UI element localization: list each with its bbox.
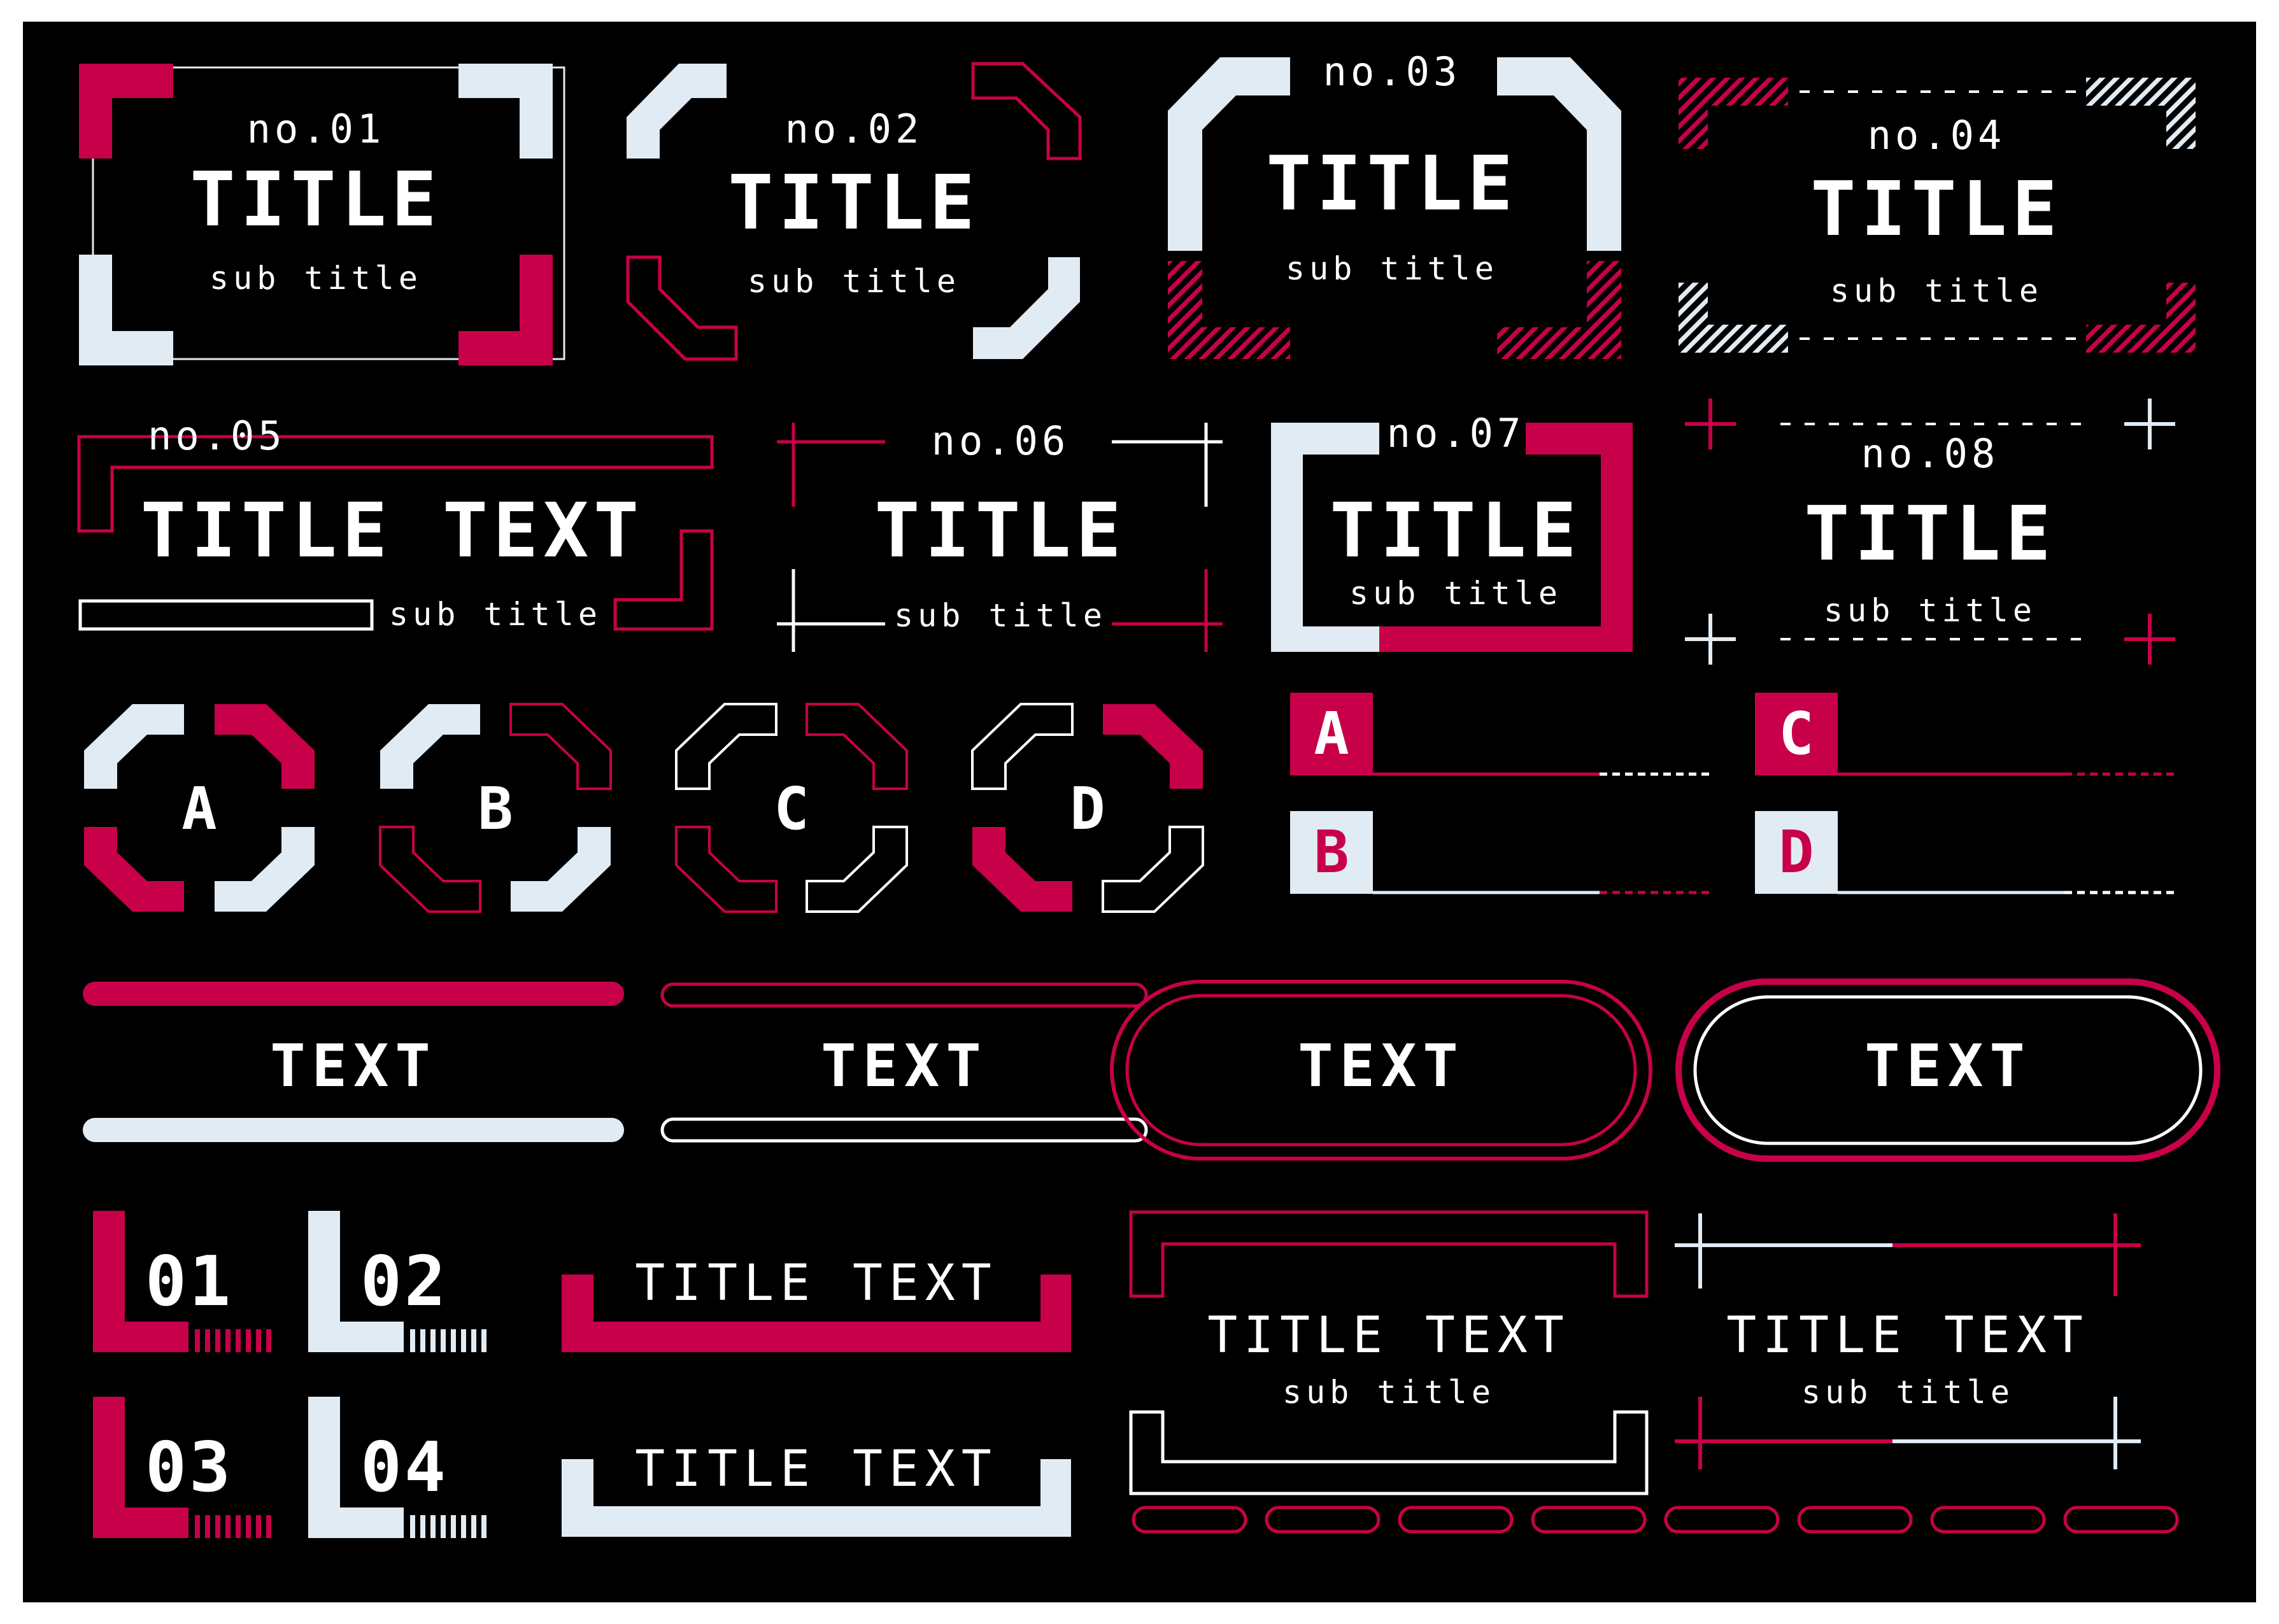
text-bar-2: TEXT bbox=[660, 982, 1148, 1143]
frame-no02-subtitle: sub title bbox=[748, 263, 960, 300]
number-tile-01-label: 01 bbox=[145, 1242, 233, 1322]
frame-no05-number: no.05 bbox=[148, 413, 286, 459]
badge-c-letter: C bbox=[774, 775, 809, 843]
bracket-title-1-label: TITLE TEXT bbox=[635, 1255, 998, 1312]
text-bar-2-label: TEXT bbox=[821, 1032, 988, 1100]
title-frame-a-subtitle: sub title bbox=[1282, 1374, 1495, 1411]
text-bar-1: TEXT bbox=[83, 982, 624, 1142]
frame-no06-subtitle: sub title bbox=[894, 597, 1107, 634]
tab-d-letter: D bbox=[1778, 818, 1814, 886]
tab-b: B bbox=[1290, 811, 1710, 894]
badge-a: A bbox=[84, 704, 315, 912]
frame-no01-title: TITLE bbox=[190, 155, 441, 243]
frame-no02-title: TITLE bbox=[728, 159, 979, 246]
text-pill-3: TEXT bbox=[1110, 980, 1652, 1161]
text-pill-4-label: TEXT bbox=[1864, 1032, 2031, 1100]
frame-no04-subtitle: sub title bbox=[1830, 272, 2043, 309]
number-tile-02: 02 bbox=[308, 1211, 486, 1352]
hud-frames-artwork: no.01 TITLE sub title no.02 TITLE sub ti… bbox=[77, 48, 2220, 1538]
badge-b: B bbox=[379, 703, 612, 913]
badge-d-letter: D bbox=[1070, 775, 1105, 843]
frame-no06-title: TITLE bbox=[874, 486, 1126, 574]
frame-no08-title: TITLE bbox=[1804, 490, 2055, 577]
sticker-sheet: no.01 TITLE sub title no.02 TITLE sub ti… bbox=[23, 22, 2256, 1602]
frame-no05-subtitle: sub title bbox=[389, 596, 602, 633]
frame-no03-number: no.03 bbox=[1323, 48, 1461, 95]
number-tile-04-label: 04 bbox=[360, 1428, 448, 1507]
text-bar-1-label: TEXT bbox=[270, 1032, 437, 1100]
tab-c-letter: C bbox=[1778, 700, 1814, 768]
frame-no01-subtitle: sub title bbox=[209, 260, 422, 297]
number-tile-03: 03 bbox=[93, 1397, 271, 1538]
bracket-title-2: TITLE TEXT bbox=[562, 1441, 1071, 1537]
frame-no01: no.01 TITLE sub title bbox=[79, 64, 565, 365]
frame-no04: no.04 TITLE sub title bbox=[1679, 78, 2196, 353]
frame-no02-number: no.02 bbox=[785, 106, 923, 152]
title-frame-a-title: TITLE TEXT bbox=[1207, 1307, 1570, 1364]
frame-no06: no.06 TITLE sub title bbox=[777, 418, 1223, 652]
tab-d: D bbox=[1755, 811, 2175, 894]
frame-no08-subtitle: sub title bbox=[1824, 592, 2036, 629]
text-pill-4: TEXT bbox=[1675, 978, 2220, 1162]
tab-c: C bbox=[1755, 693, 2175, 776]
badge-d: D bbox=[971, 703, 1204, 913]
title-frame-b-subtitle: sub title bbox=[1801, 1374, 2014, 1411]
bracket-title-1: TITLE TEXT bbox=[562, 1255, 1071, 1352]
tab-a-letter: A bbox=[1314, 700, 1349, 768]
frame-no08: no.08 TITLE sub title bbox=[1685, 399, 2175, 665]
text-pill-3-label: TEXT bbox=[1298, 1032, 1465, 1100]
number-tile-01: 01 bbox=[93, 1211, 271, 1352]
dash-pill-row bbox=[1132, 1506, 2179, 1534]
frame-no01-number: no.01 bbox=[247, 106, 385, 152]
frame-no04-number: no.04 bbox=[1868, 112, 2006, 159]
frame-no03-subtitle: sub title bbox=[1286, 250, 1498, 287]
frame-no05-title: TITLE TEXT bbox=[141, 486, 644, 574]
frame-no03-title: TITLE bbox=[1266, 139, 1517, 227]
frame-no07: no.07 TITLE sub title bbox=[1271, 410, 1633, 652]
badge-b-letter: B bbox=[478, 775, 513, 843]
frame-no06-number: no.06 bbox=[932, 418, 1070, 464]
frame-no03: no.03 TITLE sub title bbox=[1168, 48, 1621, 359]
number-tile-04: 04 bbox=[308, 1397, 486, 1538]
frame-no07-subtitle: sub title bbox=[1349, 575, 1562, 612]
badge-a-letter: A bbox=[181, 775, 217, 843]
number-tile-02-label: 02 bbox=[360, 1242, 448, 1322]
frame-no04-title: TITLE bbox=[1810, 165, 2062, 253]
frame-no05: no.05 TITLE TEXT sub title bbox=[77, 413, 714, 633]
title-frame-b: TITLE TEXT sub title bbox=[1675, 1213, 2141, 1469]
frame-no07-title: TITLE bbox=[1330, 486, 1581, 574]
tab-a: A bbox=[1290, 693, 1710, 776]
frame-no08-number: no.08 bbox=[1861, 430, 1999, 477]
bracket-title-2-label: TITLE TEXT bbox=[635, 1441, 998, 1498]
frame-no02: no.02 TITLE sub title bbox=[626, 62, 1082, 361]
title-frame-a: TITLE TEXT sub title bbox=[1129, 1210, 1649, 1495]
title-frame-b-title: TITLE TEXT bbox=[1726, 1307, 2089, 1364]
frame-no07-number: no.07 bbox=[1387, 410, 1525, 456]
number-tile-03-label: 03 bbox=[145, 1428, 233, 1507]
tab-b-letter: B bbox=[1314, 818, 1349, 886]
badge-c: C bbox=[675, 703, 908, 913]
